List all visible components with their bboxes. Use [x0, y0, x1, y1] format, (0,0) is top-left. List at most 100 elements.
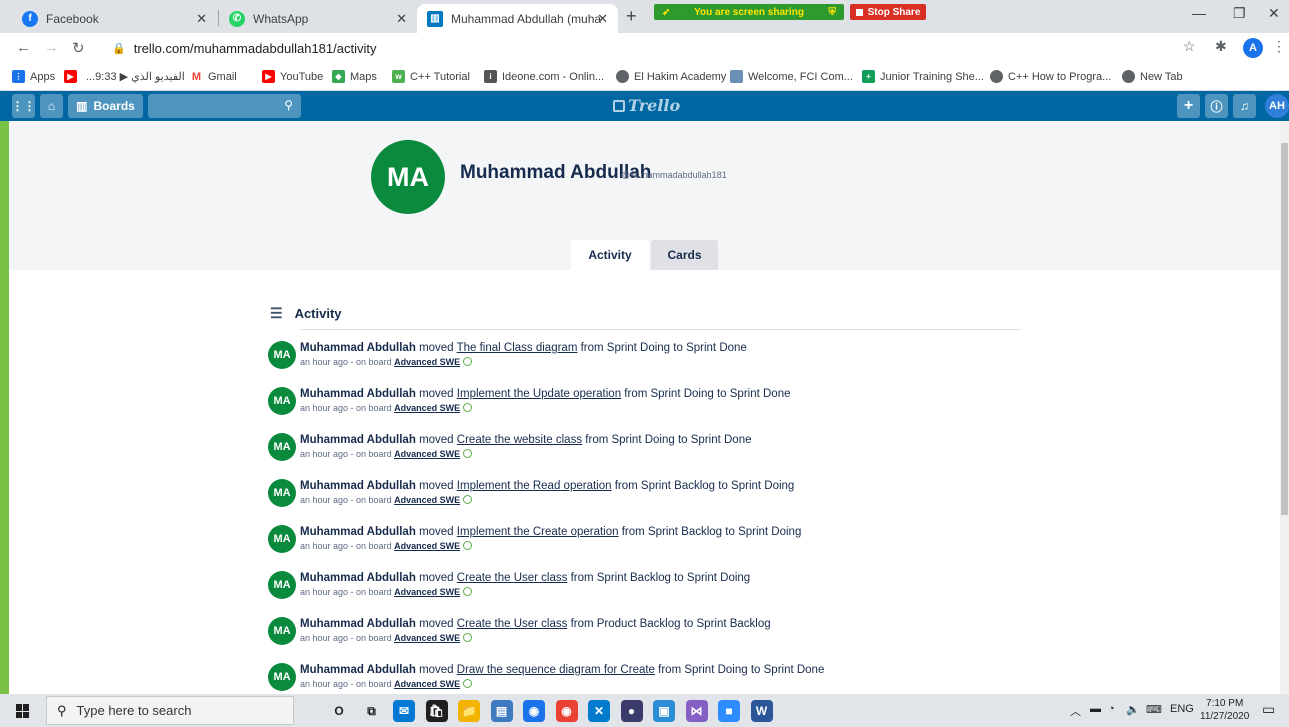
windows-start-icon[interactable] [16, 704, 30, 718]
activity-avatar[interactable]: MA [268, 479, 296, 507]
activity-member[interactable]: Muhammad Abdullah [300, 342, 416, 354]
chevron-up-icon[interactable]: ︿ [1070, 703, 1081, 719]
file-explorer-icon[interactable]: 📁 [458, 700, 480, 722]
activity-member[interactable]: Muhammad Abdullah [300, 572, 416, 584]
clock[interactable]: 7:10 PM 11/27/2020 [1200, 697, 1249, 723]
photos-icon[interactable]: ▣ [653, 700, 675, 722]
activity-member[interactable]: Muhammad Abdullah [300, 480, 416, 492]
cortana-icon[interactable]: O [328, 700, 350, 722]
window-close-icon[interactable]: ✕ [1268, 5, 1280, 22]
url-field[interactable]: 🔒 trello.com/muhammadabdullah181/activit… [100, 36, 1166, 60]
bookmark-el-hakim[interactable]: El Hakim Academy [616, 70, 726, 83]
minimize-icon[interactable]: — [1192, 5, 1206, 21]
activity-member[interactable]: Muhammad Abdullah [300, 664, 416, 676]
browser-profile-avatar[interactable]: A [1243, 38, 1263, 58]
activity-card-link[interactable]: Create the User class [457, 572, 568, 584]
activity-member[interactable]: Muhammad Abdullah [300, 388, 416, 400]
bookmark-gmail[interactable]: M Gmail [190, 70, 237, 83]
store-icon[interactable]: 🛍 [425, 700, 448, 722]
activity-board-link[interactable]: Advanced SWE [394, 679, 460, 689]
chrome-profile-icon[interactable]: ◉ [555, 700, 578, 722]
extensions-icon[interactable]: ✱ [1215, 38, 1227, 55]
notifications-icon[interactable]: ▭ [1262, 701, 1275, 718]
taskbar-search-input[interactable]: ⚲ Type here to search [46, 696, 294, 725]
volume-icon[interactable]: 🔈 [1126, 703, 1140, 716]
activity-avatar[interactable]: MA [268, 525, 296, 553]
create-plus-button[interactable]: + [1177, 94, 1200, 118]
bookmark-junior-training[interactable]: + Junior Training She... [862, 70, 984, 83]
activity-card-link[interactable]: Draw the sequence diagram for Create [457, 664, 655, 676]
bookmark-star-icon[interactable]: ☆ [1183, 38, 1196, 55]
forward-arrow-icon[interactable]: → [44, 39, 59, 56]
profile-avatar[interactable]: MA [371, 140, 445, 214]
language-indicator[interactable]: ENG [1170, 703, 1194, 715]
battery-icon[interactable]: ▬ [1090, 703, 1101, 715]
activity-time[interactable]: an hour ago - on board [300, 541, 392, 551]
activity-avatar[interactable]: MA [268, 617, 296, 645]
bookmark-youtube[interactable]: ▶ YouTube [262, 70, 323, 83]
trello-search-input[interactable]: ⚲ [148, 94, 301, 118]
activity-avatar[interactable]: MA [268, 571, 296, 599]
activity-board-link[interactable]: Advanced SWE [394, 633, 460, 643]
boards-button[interactable]: ▥ Boards [68, 94, 143, 118]
stop-share-button[interactable]: Stop Share [850, 4, 926, 20]
activity-avatar[interactable]: MA [268, 433, 296, 461]
activity-member[interactable]: Muhammad Abdullah [300, 618, 416, 630]
app-switcher-icon[interactable]: ⋮⋮ [12, 94, 36, 118]
activity-card-link[interactable]: Implement the Update operation [457, 388, 621, 400]
activity-card-link[interactable]: Implement the Create operation [457, 526, 619, 538]
activity-time[interactable]: an hour ago - on board [300, 357, 392, 367]
reload-icon[interactable]: ↻ [72, 39, 85, 57]
bookmark-arabic-video[interactable]: ...9:33 ▶ الفيديو الذي [86, 70, 185, 83]
stickies-icon[interactable]: ▤ [490, 700, 513, 722]
bookmark-fci[interactable]: Welcome, FCI Com... [730, 70, 853, 83]
activity-card-link[interactable]: Implement the Read operation [457, 480, 612, 492]
activity-member[interactable]: Muhammad Abdullah [300, 434, 416, 446]
bookmark-cpp-how-to[interactable]: C++ How to Progra... [990, 70, 1111, 83]
member-avatar[interactable]: AH [1265, 94, 1289, 118]
activity-avatar[interactable]: MA [268, 663, 296, 691]
word-icon[interactable]: W [750, 700, 773, 722]
vscode-icon[interactable]: ✕ [588, 700, 610, 722]
tab-facebook[interactable]: f Facebook ✕ [12, 4, 217, 33]
activity-time[interactable]: an hour ago - on board [300, 679, 392, 689]
activity-board-link[interactable]: Advanced SWE [394, 357, 460, 367]
tab-cards[interactable]: Cards [651, 240, 718, 270]
bookmark-cpp-tutorial[interactable]: w C++ Tutorial [392, 70, 470, 83]
wifi-icon[interactable]: ◔ [1108, 703, 1115, 715]
home-icon[interactable]: ⌂ [40, 94, 63, 118]
activity-time[interactable]: an hour ago - on board [300, 449, 392, 459]
info-icon[interactable]: ⓘ [1205, 94, 1228, 118]
close-icon[interactable]: ✕ [396, 11, 407, 27]
activity-card-link[interactable]: Create the website class [457, 434, 582, 446]
activity-board-link[interactable]: Advanced SWE [394, 495, 460, 505]
record-icon[interactable]: ● [620, 700, 643, 722]
activity-card-link[interactable]: The final Class diagram [457, 342, 578, 354]
scrollbar-thumb[interactable] [1281, 143, 1288, 515]
notification-bell-icon[interactable]: ♫ [1233, 94, 1256, 118]
activity-board-link[interactable]: Advanced SWE [394, 403, 460, 413]
chrome-icon[interactable]: ◉ [523, 700, 545, 722]
close-icon[interactable]: ✕ [597, 11, 608, 27]
visual-studio-icon[interactable]: ⋈ [685, 700, 708, 722]
zoom-icon[interactable]: ■ [718, 700, 740, 722]
keyboard-icon[interactable]: ⌨ [1146, 703, 1162, 716]
menu-kebab-icon[interactable]: ⋮ [1272, 38, 1286, 55]
activity-time[interactable]: an hour ago - on board [300, 403, 392, 413]
page-scrollbar[interactable] [1280, 121, 1289, 694]
activity-time[interactable]: an hour ago - on board [300, 495, 392, 505]
new-tab-button[interactable]: + [626, 6, 637, 27]
close-icon[interactable]: ✕ [196, 11, 207, 27]
activity-avatar[interactable]: MA [268, 387, 296, 415]
tab-whatsapp[interactable]: ✆ WhatsApp ✕ [219, 4, 417, 33]
restore-icon[interactable]: ❐ [1233, 5, 1246, 22]
activity-member[interactable]: Muhammad Abdullah [300, 526, 416, 538]
bookmark-apps[interactable]: ⋮ Apps [12, 70, 55, 83]
activity-board-link[interactable]: Advanced SWE [394, 587, 460, 597]
trello-logo[interactable]: Trello [613, 96, 680, 115]
tab-trello-active[interactable]: ▥ Muhammad Abdullah (muhamm ✕ [417, 4, 618, 33]
bookmark-new-tab[interactable]: New Tab [1122, 70, 1183, 83]
task-view-icon[interactable]: ⧉ [361, 700, 383, 722]
mail-icon[interactable]: ✉ [393, 700, 415, 722]
activity-time[interactable]: an hour ago - on board [300, 587, 392, 597]
